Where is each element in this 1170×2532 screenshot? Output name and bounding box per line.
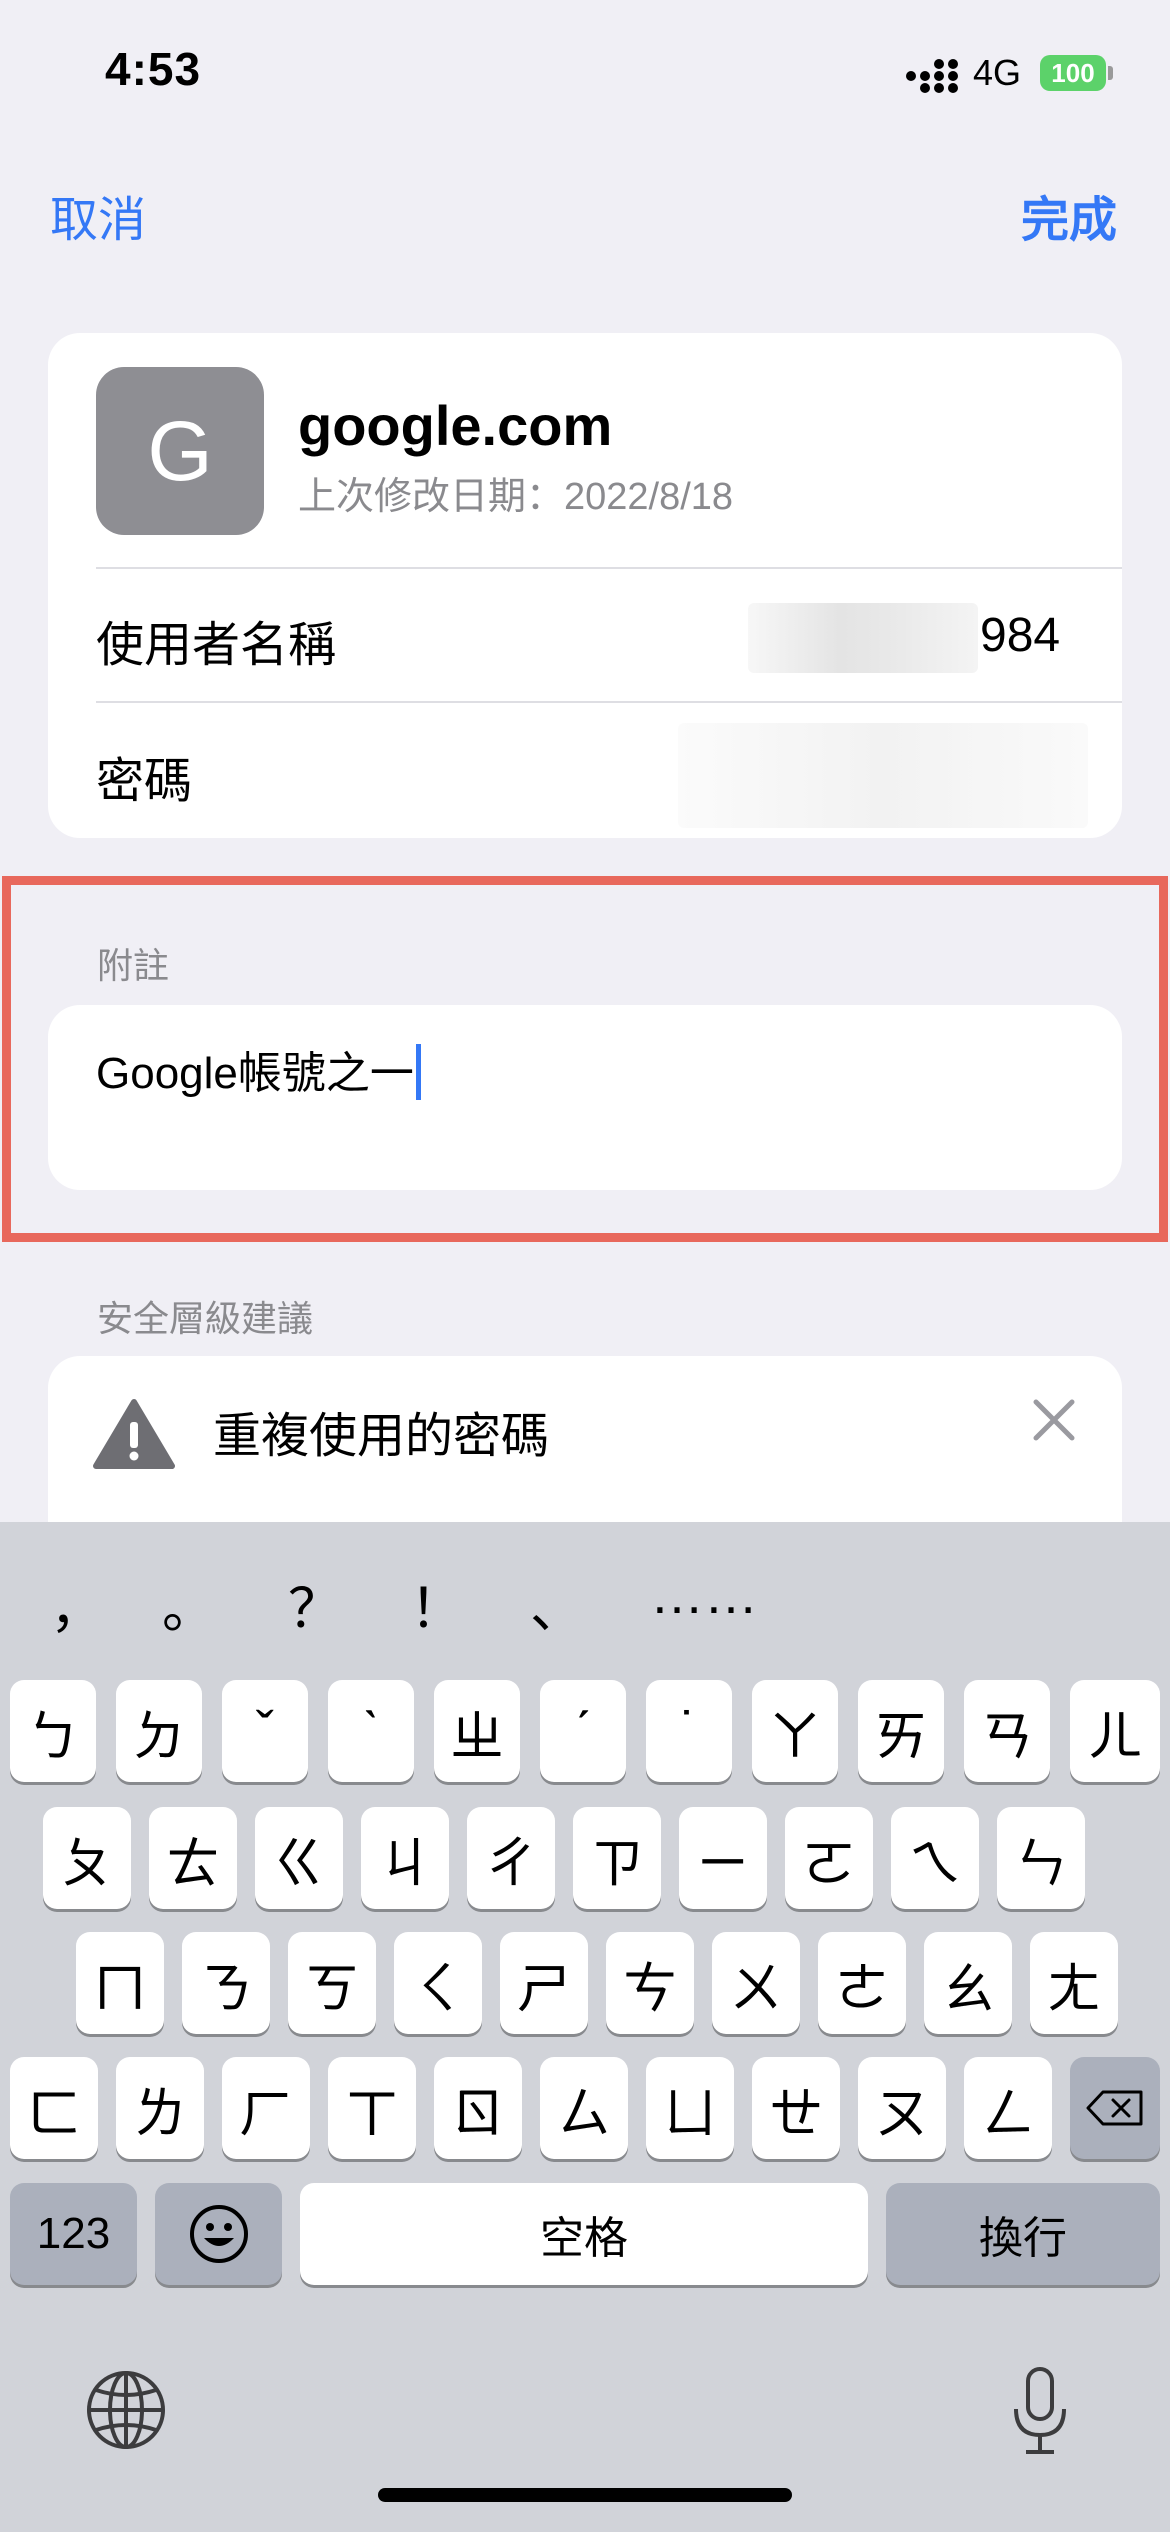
key-p[interactable]: ㄆ [43, 1807, 131, 1909]
key-tone2[interactable]: ˊ [540, 1680, 626, 1782]
key-s[interactable]: ㄙ [540, 2057, 628, 2159]
emoji-icon [189, 2205, 248, 2263]
notes-field[interactable]: Google帳號之一 [48, 1005, 1122, 1190]
divider [96, 567, 1122, 569]
key-i[interactable]: ㄧ [679, 1807, 767, 1909]
key-h[interactable]: ㄏ [222, 2057, 310, 2159]
key-tone4[interactable]: ˋ [328, 1680, 414, 1782]
key-g[interactable]: ㄍ [255, 1807, 343, 1909]
delete-icon [1086, 2090, 1143, 2126]
key-ai[interactable]: ㄞ [858, 1680, 944, 1782]
keyboard: ， 。 ？ ！ 、 …… ㄅ ㄉ ˇ ˋ ㄓ ˊ ˙ ㄚ ㄞ ㄢ ㄦ ㄆ ㄊ ㄍ… [0, 1522, 1170, 2532]
key-a[interactable]: ㄚ [752, 1680, 838, 1782]
candidate-period[interactable]: 。 [162, 1564, 216, 1643]
key-ou[interactable]: ㄡ [858, 2057, 946, 2159]
key-o[interactable]: ㄛ [785, 1807, 873, 1909]
key-e[interactable]: ㄜ [818, 1932, 906, 2034]
key-ei[interactable]: ㄟ [891, 1807, 979, 1909]
username-value[interactable]: 984 [980, 608, 1060, 663]
cellular-signal-icon [906, 59, 958, 93]
key-tone5[interactable]: ˙ [646, 1680, 732, 1782]
home-indicator [378, 2488, 792, 2502]
username-label: 使用者名稱 [96, 619, 337, 672]
cancel-button[interactable]: 取消 [50, 180, 146, 250]
key-ao[interactable]: ㄠ [924, 1932, 1012, 2034]
key-b[interactable]: ㄅ [10, 1680, 96, 1782]
warning-icon [93, 1399, 175, 1469]
space-key[interactable]: 空格 [300, 2183, 868, 2285]
network-type: 4G [973, 52, 1022, 93]
battery-level: 100 [1051, 57, 1095, 88]
key-l[interactable]: ㄌ [116, 2057, 204, 2159]
key-tone3[interactable]: ˇ [222, 1680, 308, 1782]
status-time: 4:53 [105, 43, 202, 95]
key-ch[interactable]: ㄔ [467, 1807, 555, 1909]
done-button[interactable]: 完成 [1021, 180, 1117, 250]
key-er[interactable]: ㄦ [1070, 1680, 1160, 1782]
delete-key[interactable] [1070, 2057, 1160, 2159]
numbers-key[interactable]: 123 [10, 2183, 137, 2285]
site-favicon: G [96, 367, 264, 535]
username-redacted [748, 603, 978, 673]
key-q[interactable]: ㄑ [394, 1932, 482, 2034]
key-f[interactable]: ㄈ [10, 2057, 98, 2159]
emoji-key[interactable] [155, 2183, 282, 2285]
key-yu[interactable]: ㄩ [646, 2057, 734, 2159]
globe-icon[interactable] [84, 2368, 168, 2452]
key-n[interactable]: ㄋ [182, 1932, 270, 2034]
key-ang[interactable]: ㄤ [1030, 1932, 1118, 2034]
candidate-exclaim[interactable]: ！ [410, 1564, 464, 1643]
site-domain: google.com [298, 394, 613, 457]
key-k[interactable]: ㄎ [288, 1932, 376, 2034]
close-icon[interactable] [1028, 1394, 1080, 1446]
candidate-ellipsis[interactable]: …… [650, 1564, 758, 1626]
key-j[interactable]: ㄐ [361, 1807, 449, 1909]
key-u[interactable]: ㄨ [712, 1932, 800, 2034]
key-sh[interactable]: ㄕ [500, 1932, 588, 2034]
notes-text-container: Google帳號之一 [96, 1037, 421, 1101]
notes-header: 附註 [97, 945, 170, 986]
key-eng[interactable]: ㄥ [964, 2057, 1052, 2159]
return-key[interactable]: 換行 [886, 2183, 1160, 2285]
candidate-comma[interactable]: ， [50, 1564, 104, 1643]
key-eh[interactable]: ㄝ [752, 2057, 840, 2159]
battery-tip [1108, 66, 1113, 80]
candidate-enum-comma[interactable]: 、 [530, 1564, 584, 1643]
key-d[interactable]: ㄉ [116, 1680, 202, 1782]
key-r[interactable]: ㄖ [434, 2057, 522, 2159]
security-title: 重複使用的密碼 [213, 1410, 550, 1463]
last-modified: 上次修改日期：2022/8/18 [298, 476, 734, 518]
password-label: 密碼 [96, 755, 193, 808]
password-field[interactable] [678, 723, 1088, 828]
key-z[interactable]: ㄗ [573, 1807, 661, 1909]
key-m[interactable]: ㄇ [76, 1932, 164, 2034]
key-en[interactable]: ㄣ [997, 1807, 1085, 1909]
security-header: 安全層級建議 [97, 1298, 314, 1339]
key-x[interactable]: ㄒ [328, 2057, 416, 2159]
key-c[interactable]: ㄘ [606, 1932, 694, 2034]
key-zh[interactable]: ㄓ [434, 1680, 520, 1782]
microphone-icon[interactable] [1008, 2365, 1072, 2457]
battery-icon: 100 [1040, 55, 1106, 91]
key-t[interactable]: ㄊ [149, 1807, 237, 1909]
divider [96, 701, 1122, 703]
key-an[interactable]: ㄢ [964, 1680, 1050, 1782]
notes-text: Google帳號之一 [96, 1049, 414, 1098]
text-cursor [415, 1044, 421, 1100]
account-card: G google.com 上次修改日期：2022/8/18 使用者名稱 984 … [48, 333, 1122, 838]
candidate-question[interactable]: ？ [288, 1564, 342, 1643]
